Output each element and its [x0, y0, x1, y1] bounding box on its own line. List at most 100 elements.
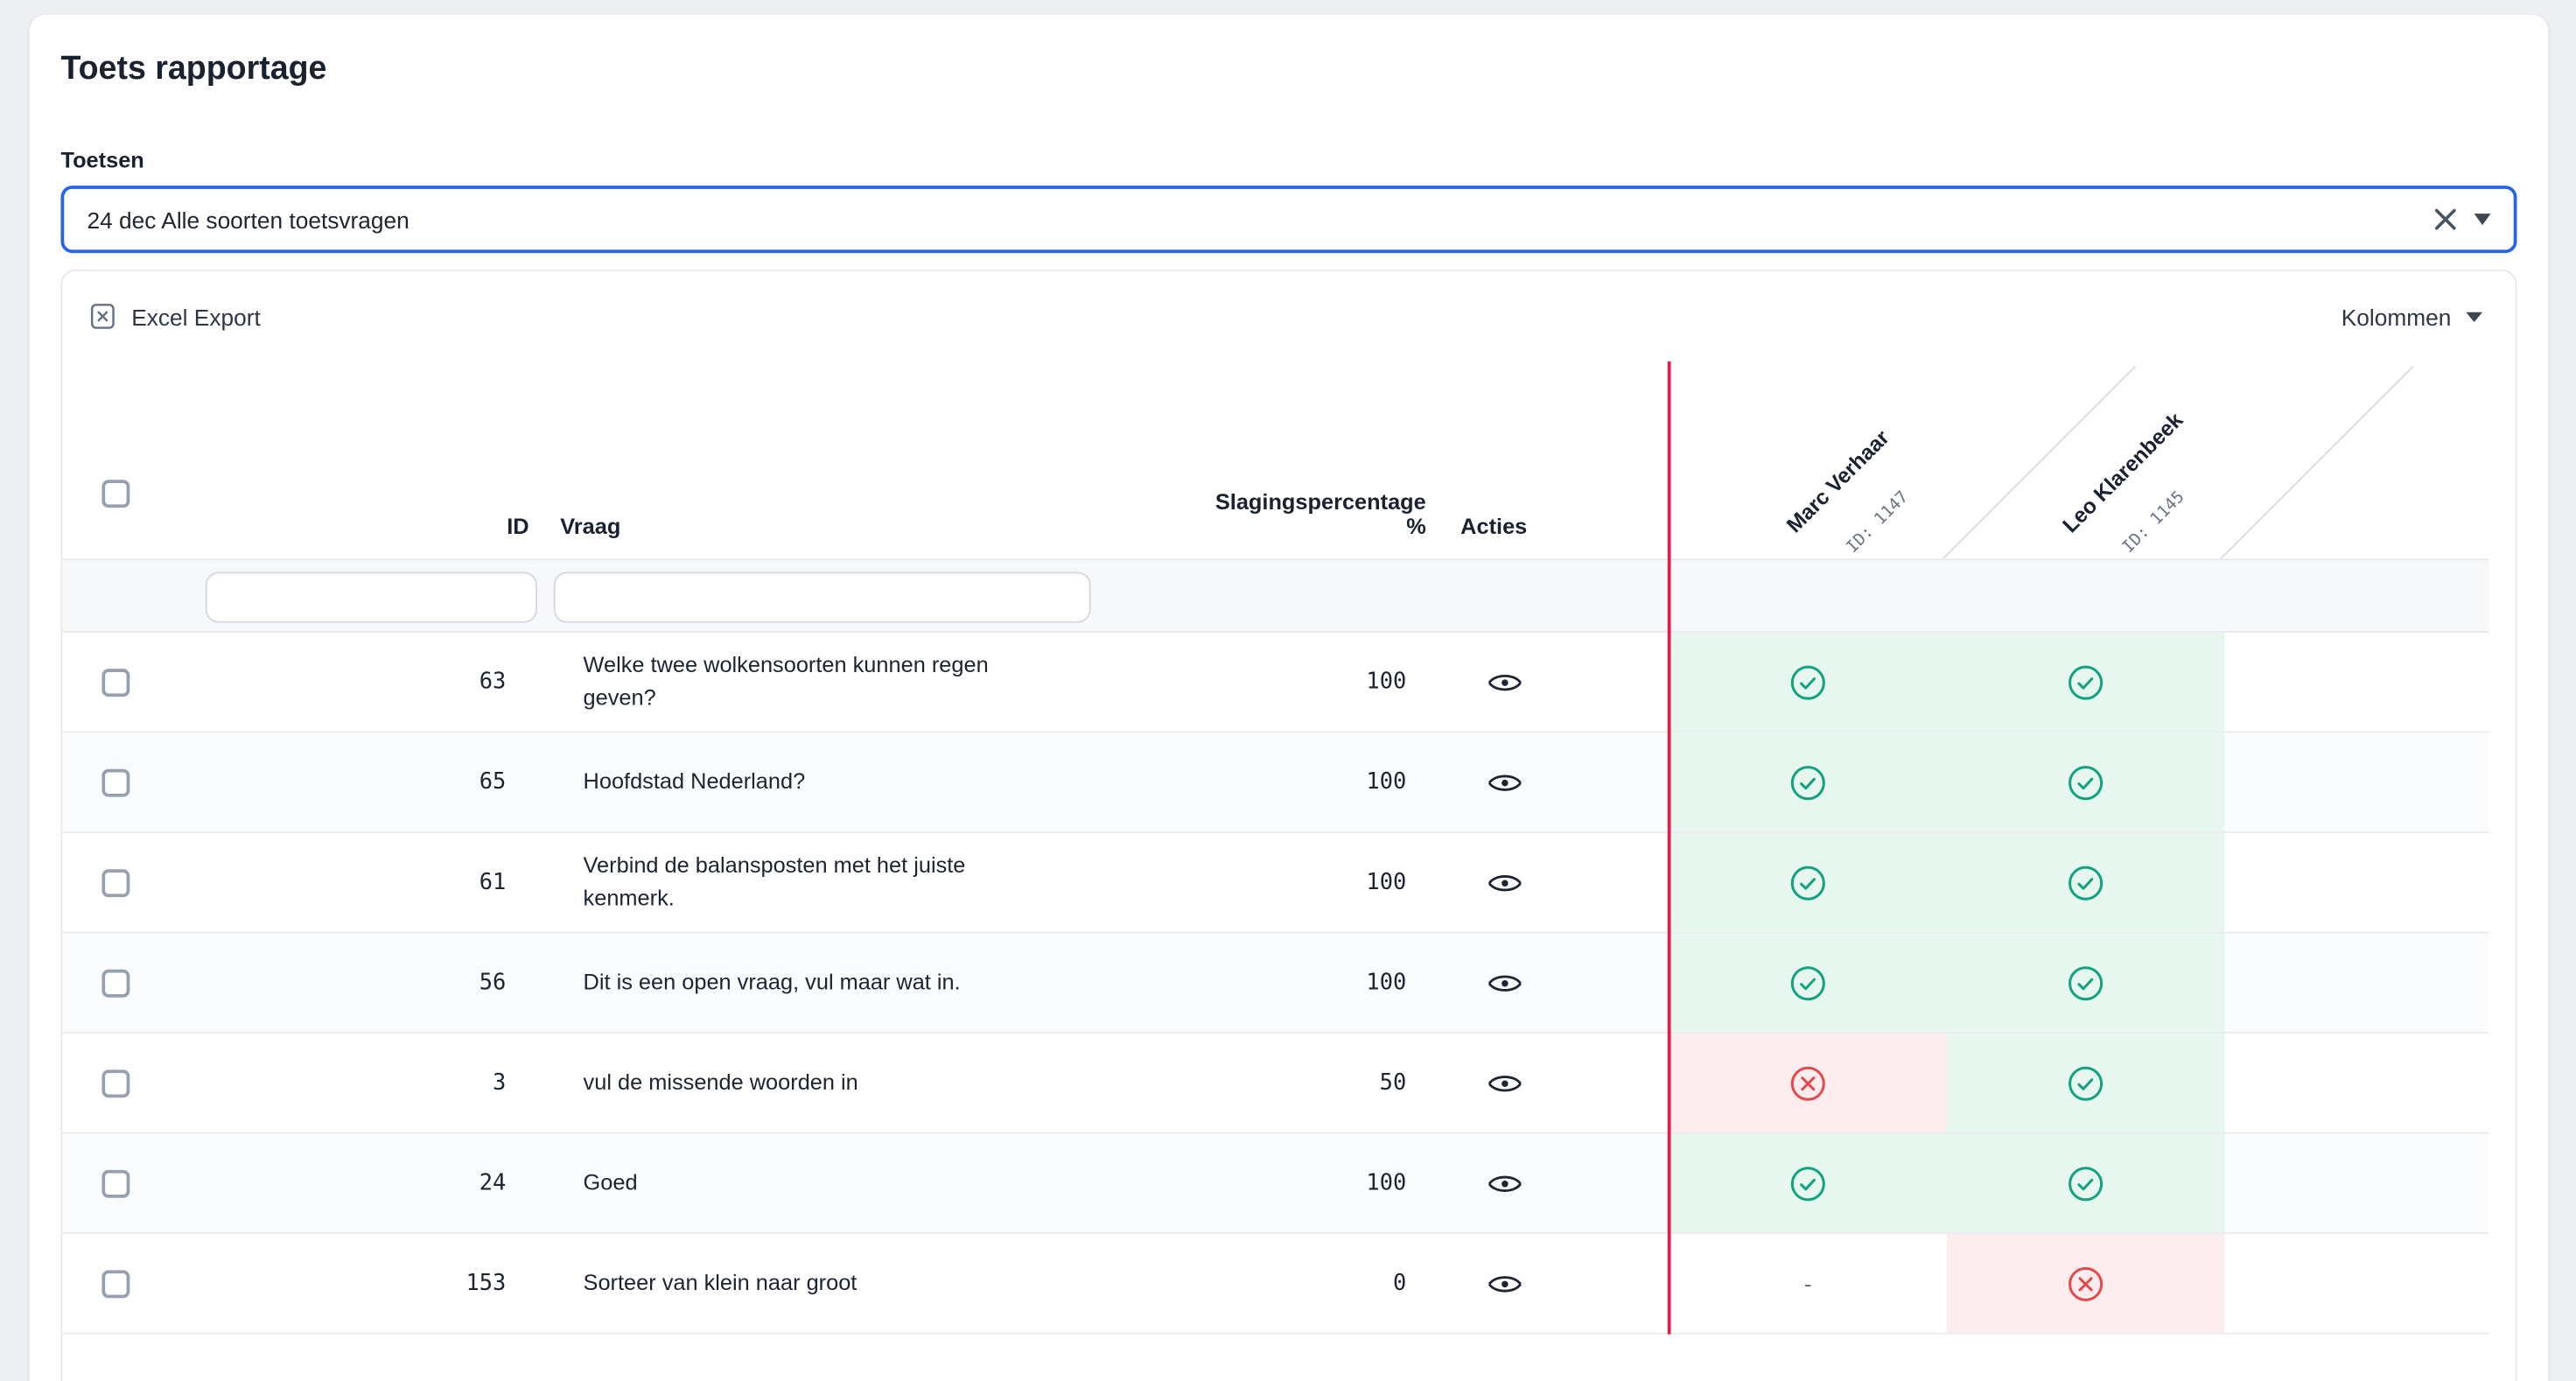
- table-toolbar: Excel Export Kolommen: [62, 271, 2515, 361]
- excel-export-button[interactable]: Excel Export: [88, 302, 260, 330]
- result-cell: [2224, 1234, 2488, 1333]
- eye-icon: [1487, 870, 1522, 894]
- row-id: 24: [194, 1134, 544, 1233]
- view-question-button[interactable]: [1480, 663, 1530, 701]
- header-diagonal-divider: [1942, 366, 2136, 558]
- row-checkbox[interactable]: [102, 1169, 130, 1197]
- result-cell: [1947, 1034, 2224, 1132]
- row-id: 61: [194, 833, 544, 932]
- kolommen-dropdown[interactable]: Kolommen: [2342, 303, 2489, 329]
- row-vraag: Dit is een open vraag, vul maar wat in.: [584, 966, 961, 999]
- eye-icon: [1487, 770, 1522, 795]
- result-cell: [1947, 1234, 2224, 1333]
- student-header-id: ID: 1145: [2120, 488, 2189, 557]
- view-question-button[interactable]: [1480, 964, 1530, 1001]
- table-row: 56 Dit is een open vraag, vul maar wat i…: [62, 933, 2488, 1034]
- result-cell: [1947, 933, 2224, 1032]
- row-vraag: Goed: [584, 1167, 638, 1200]
- cross-circle-icon: [2067, 1265, 2104, 1302]
- result-cell: -: [1670, 1234, 1947, 1333]
- table-row: 61 Verbind de balansposten met het juist…: [62, 833, 2488, 934]
- row-pct: 100: [1213, 1134, 1447, 1233]
- result-cell: [1670, 1034, 1947, 1132]
- check-circle-icon: [1789, 763, 1827, 801]
- result-cell: [1947, 633, 2224, 732]
- result-cell: [2224, 1134, 2488, 1233]
- result-cell: [2224, 633, 2488, 732]
- row-vraag: Verbind de balansposten met het juiste k…: [584, 850, 1060, 915]
- row-pct: 100: [1213, 933, 1447, 1032]
- check-circle-icon: [2067, 964, 2104, 1001]
- check-circle-icon: [2067, 864, 2104, 901]
- report-panel: Excel Export Kolommen ID Vraag Slagingsp…: [60, 270, 2516, 1381]
- row-id: 63: [194, 633, 544, 732]
- result-cell: [2224, 833, 2488, 932]
- check-circle-icon: [2067, 1064, 2104, 1102]
- result-cell: [1670, 1134, 1947, 1233]
- caret-down-icon[interactable]: [2474, 214, 2491, 225]
- result-cell: [1947, 1134, 2224, 1233]
- view-question-button[interactable]: [1480, 763, 1530, 801]
- result-cell: [2224, 1034, 2488, 1132]
- row-vraag: Welke twee wolkensoorten kunnen regen ge…: [584, 649, 1060, 715]
- clear-icon[interactable]: [2433, 207, 2458, 232]
- table-row: 65 Hoofdstad Nederland? 100: [62, 733, 2488, 833]
- eye-icon: [1487, 1271, 1522, 1295]
- table-row: 24 Goed 100: [62, 1134, 2488, 1235]
- eye-icon: [1487, 669, 1522, 694]
- result-cell: [2224, 733, 2488, 831]
- cross-circle-icon: [1789, 1064, 1827, 1102]
- row-pct: 100: [1213, 833, 1447, 932]
- results-table: ID Vraag Slagingspercentage % Acties Mar…: [62, 361, 2488, 1335]
- row-checkbox[interactable]: [102, 868, 130, 896]
- header-diagonal-divider: [2220, 366, 2414, 558]
- table-body: 63 Welke twee wolkensoorten kunnen regen…: [62, 633, 2488, 1335]
- row-id: 3: [194, 1034, 544, 1132]
- check-circle-icon: [2067, 1164, 2104, 1202]
- report-card: Toets rapportage Toetsen 24 dec Alle soo…: [30, 15, 2548, 1381]
- check-circle-icon: [1789, 663, 1827, 701]
- result-cell: [1947, 833, 2224, 932]
- check-circle-icon: [2067, 663, 2104, 701]
- check-circle-icon: [2067, 763, 2104, 801]
- header-vraag: Vraag: [560, 515, 620, 539]
- kolommen-label: Kolommen: [2342, 303, 2452, 329]
- row-id: 65: [194, 733, 544, 831]
- result-cell: [1670, 933, 1947, 1032]
- table-header: ID Vraag Slagingspercentage % Acties Mar…: [62, 361, 2488, 558]
- table-row: 63 Welke twee wolkensoorten kunnen regen…: [62, 633, 2488, 733]
- filter-vraag-input[interactable]: [554, 571, 1091, 622]
- row-checkbox[interactable]: [102, 1269, 130, 1297]
- header-slagingspercentage: Slagingspercentage %: [1213, 490, 1447, 539]
- eye-icon: [1487, 971, 1522, 995]
- row-checkbox[interactable]: [102, 1069, 130, 1097]
- view-question-button[interactable]: [1480, 1164, 1530, 1202]
- toets-select-value: 24 dec Alle soorten toetsvragen: [88, 207, 2433, 233]
- row-id: 153: [194, 1234, 544, 1333]
- view-question-button[interactable]: [1480, 864, 1530, 901]
- view-question-button[interactable]: [1480, 1064, 1530, 1102]
- row-pct: 0: [1213, 1234, 1447, 1333]
- check-circle-icon: [1789, 964, 1827, 1001]
- row-vraag: Sorteer van klein naar groot: [584, 1267, 858, 1300]
- toets-select[interactable]: 24 dec Alle soorten toetsvragen: [60, 186, 2516, 253]
- toetsen-label: Toetsen: [60, 148, 2516, 172]
- select-all-checkbox[interactable]: [102, 480, 130, 508]
- student-divider-line: [1668, 361, 1671, 1335]
- filter-id-input[interactable]: [206, 571, 537, 622]
- row-checkbox[interactable]: [102, 668, 130, 696]
- row-checkbox[interactable]: [102, 768, 130, 796]
- row-checkbox[interactable]: [102, 969, 130, 997]
- result-cell: [1947, 733, 2224, 831]
- row-id: 56: [194, 933, 544, 1032]
- excel-file-icon: [88, 302, 116, 330]
- eye-icon: [1487, 1171, 1522, 1195]
- view-question-button[interactable]: [1480, 1265, 1530, 1302]
- result-cell: [2224, 933, 2488, 1032]
- header-id: ID: [194, 515, 544, 539]
- page-title: Toets rapportage: [60, 51, 2516, 88]
- page: Toets rapportage Toetsen 24 dec Alle soo…: [0, 0, 2576, 1381]
- row-vraag: Hoofdstad Nederland?: [584, 766, 806, 799]
- eye-icon: [1487, 1070, 1522, 1095]
- result-cell: [1670, 633, 1947, 732]
